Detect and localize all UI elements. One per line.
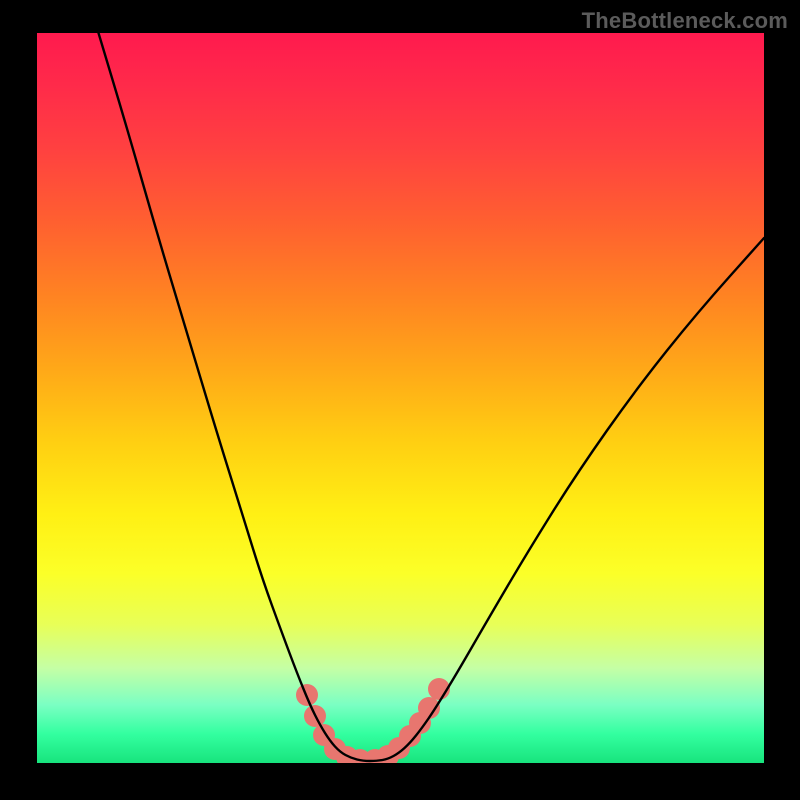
chart-svg — [37, 33, 764, 763]
chart-frame — [37, 33, 764, 763]
watermark-text: TheBottleneck.com — [582, 8, 788, 34]
bottleneck-curve — [97, 33, 764, 761]
